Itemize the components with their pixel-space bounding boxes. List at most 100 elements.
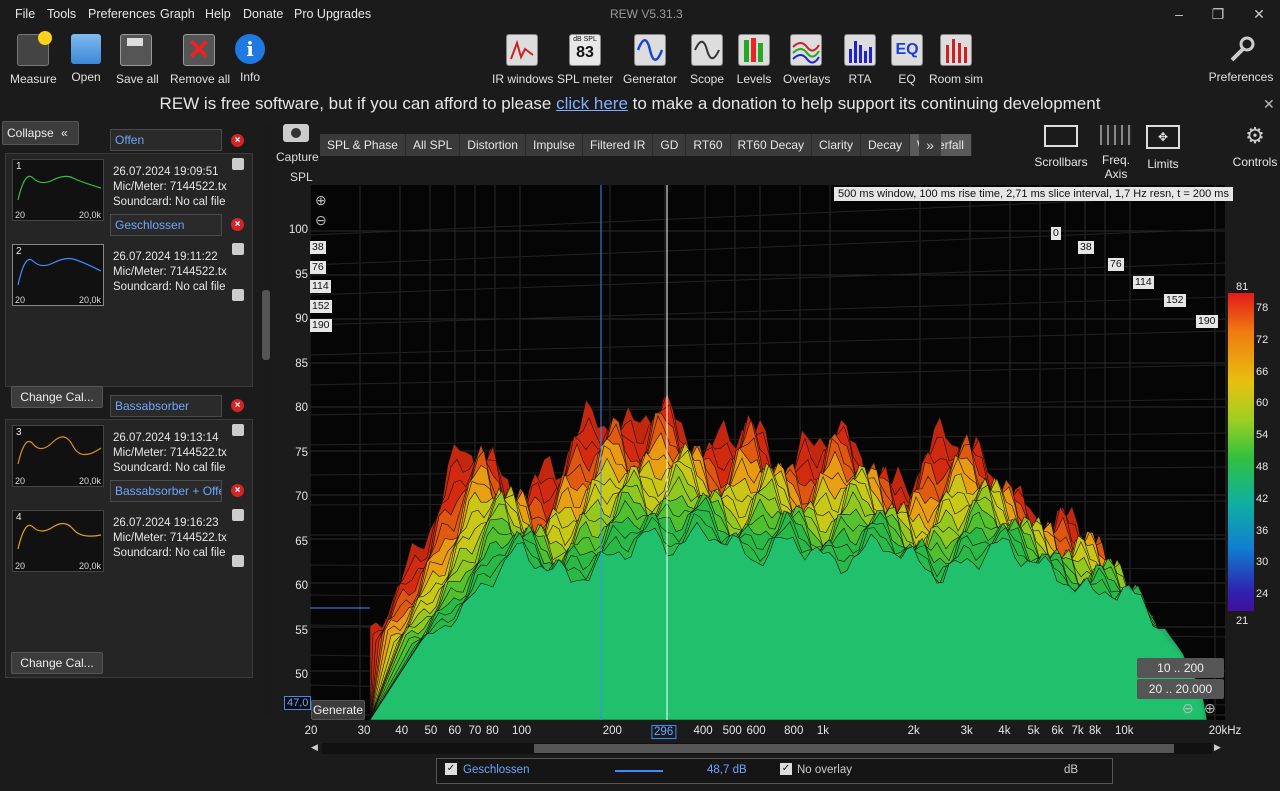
gear-icon: ⚙: [1245, 123, 1265, 148]
tab-all-spl[interactable]: All SPL: [406, 134, 461, 156]
waterfall-canvas: [310, 185, 1225, 720]
remove-measurement-2-icon[interactable]: ×: [231, 218, 244, 231]
y-axis-label: SPL: [290, 170, 313, 184]
remove-all-button[interactable]: ✕ Remove all: [170, 34, 230, 86]
grid-line: [310, 364, 1225, 386]
grid-line: [310, 262, 1225, 296]
tab-rt60[interactable]: RT60: [686, 134, 731, 156]
remove-measurement-1-icon[interactable]: ×: [231, 134, 244, 147]
x-tick-label: 8k: [1089, 725, 1102, 737]
time-label-left: 38: [310, 241, 326, 254]
thumbnail-2[interactable]: 2 20 20,0k: [12, 244, 104, 306]
zoom-out-icon[interactable]: ⊖: [315, 212, 327, 229]
edit-icon[interactable]: [232, 243, 244, 255]
limits-button[interactable]: ✥ Limits: [1145, 125, 1181, 171]
panel-scrollbar[interactable]: [260, 125, 272, 715]
zoom-in-icon[interactable]: ⊕: [315, 192, 327, 209]
generate-button[interactable]: Generate: [311, 700, 365, 720]
menu-donate[interactable]: Donate: [243, 7, 283, 21]
save-all-button[interactable]: Save all: [116, 34, 159, 86]
measurement-name-4[interactable]: Bassabsorber + Offen: [110, 480, 222, 502]
grid-line: [310, 194, 1225, 236]
capture-button[interactable]: Capture: [276, 124, 319, 164]
measurement-name-1[interactable]: Offen: [110, 129, 222, 151]
tab-clarity[interactable]: Clarity: [812, 134, 862, 156]
measure-button[interactable]: Measure: [10, 31, 57, 86]
edit-icon[interactable]: [232, 509, 244, 521]
panel-scrollbar-thumb[interactable]: [262, 290, 270, 360]
x-scrollbar-thumb[interactable]: [534, 744, 1174, 753]
tab-impulse[interactable]: Impulse: [526, 134, 584, 156]
menu-file[interactable]: File: [15, 7, 35, 21]
x-scrollbar[interactable]: [322, 743, 1212, 754]
measure-icon: [17, 31, 52, 66]
close-banner-icon[interactable]: ✕: [1263, 96, 1275, 113]
close-window-button[interactable]: ✕: [1247, 4, 1271, 24]
save-icon: [120, 34, 152, 66]
more-tabs-button[interactable]: »: [919, 134, 941, 156]
time-label-right: 114: [1133, 276, 1154, 289]
minimize-button[interactable]: –: [1167, 4, 1191, 24]
change-cal-button-2[interactable]: Change Cal...: [11, 652, 103, 674]
levels-button[interactable]: Levels: [735, 34, 773, 86]
menu-help[interactable]: Help: [205, 7, 231, 21]
tab-spl-phase[interactable]: SPL & Phase: [320, 134, 406, 156]
tab-decay[interactable]: Decay: [861, 134, 911, 156]
document-icon[interactable]: [232, 289, 244, 301]
scroll-left-icon[interactable]: ◀: [311, 742, 318, 753]
scrollbars-icon: [1044, 125, 1078, 147]
thumbnail-3[interactable]: 3 20 20,0k: [12, 425, 104, 487]
room-sim-button[interactable]: Room sim: [928, 34, 984, 86]
generator-button[interactable]: Generator: [622, 34, 678, 86]
maximize-button[interactable]: ❐: [1206, 4, 1230, 24]
scroll-right-icon[interactable]: ▶: [1214, 742, 1221, 753]
eq-button[interactable]: EQ EQ: [890, 34, 924, 86]
remove-measurement-4-icon[interactable]: ×: [231, 484, 244, 497]
scrollbars-button[interactable]: Scrollbars: [1034, 125, 1088, 169]
scope-button[interactable]: Scope: [688, 34, 726, 86]
menu-preferences[interactable]: Preferences: [88, 7, 155, 21]
overlays-button[interactable]: Overlays: [783, 34, 830, 86]
x-tick-label: 400: [693, 725, 713, 737]
document-icon[interactable]: [232, 555, 244, 567]
remove-measurement-3-icon[interactable]: ×: [231, 399, 244, 412]
tab-distortion[interactable]: Distortion: [460, 134, 526, 156]
menu-pro-upgrades[interactable]: Pro Upgrades: [294, 7, 371, 21]
tab-filtered-ir[interactable]: Filtered IR: [583, 134, 654, 156]
measurement-name-3[interactable]: Bassabsorber: [110, 395, 222, 417]
collapse-button[interactable]: Collapse «: [2, 121, 79, 145]
tab-rt60-decay[interactable]: RT60 Decay: [731, 134, 812, 156]
rta-button[interactable]: RTA: [843, 34, 877, 86]
zoom-in-x-icon[interactable]: ⊕: [1204, 700, 1216, 717]
waterfall-plot[interactable]: [310, 185, 1225, 720]
x-tick-label: 80: [486, 725, 499, 737]
preferences-button[interactable]: Preferences: [1208, 34, 1274, 84]
colorbar-min: 21: [1236, 615, 1249, 627]
info-button[interactable]: i Info: [235, 34, 265, 84]
menu-tools[interactable]: Tools: [47, 7, 76, 21]
y-tick-label: 75: [295, 446, 308, 459]
range-button-2[interactable]: 20 .. 20.000: [1137, 679, 1224, 699]
menu-graph[interactable]: Graph: [160, 7, 195, 21]
ir-windows-button[interactable]: IR windows: [492, 34, 553, 86]
edit-icon[interactable]: [232, 424, 244, 436]
change-cal-button-1[interactable]: Change Cal...: [11, 386, 103, 408]
measurement-name-2[interactable]: Geschlossen: [110, 214, 222, 236]
open-button[interactable]: Open: [68, 34, 104, 84]
tab-gd[interactable]: GD: [653, 134, 687, 156]
controls-button[interactable]: ⚙ Controls: [1230, 123, 1280, 170]
range-button-1[interactable]: 10 .. 200: [1137, 658, 1224, 678]
zoom-out-x-icon[interactable]: ⊖: [1182, 700, 1194, 717]
x-tick-label: 296: [651, 725, 677, 739]
time-label-left: 76: [310, 260, 326, 274]
freq-axis-button[interactable]: Freq. Axis: [1090, 125, 1142, 181]
donation-link[interactable]: click here: [556, 94, 628, 113]
checkbox-geschlossen[interactable]: ✓: [445, 763, 457, 775]
edit-icon[interactable]: [232, 158, 244, 170]
thumbnail-1[interactable]: 1 20 20,0k: [12, 159, 104, 221]
thumbnail-4[interactable]: 4 20 20,0k: [12, 510, 104, 572]
overlays-icon: [790, 34, 822, 66]
spl-meter-button[interactable]: dB SPL 83 SPL meter: [557, 34, 613, 86]
x-tick-label: 600: [746, 725, 766, 737]
checkbox-overlay[interactable]: ✓: [780, 763, 792, 775]
